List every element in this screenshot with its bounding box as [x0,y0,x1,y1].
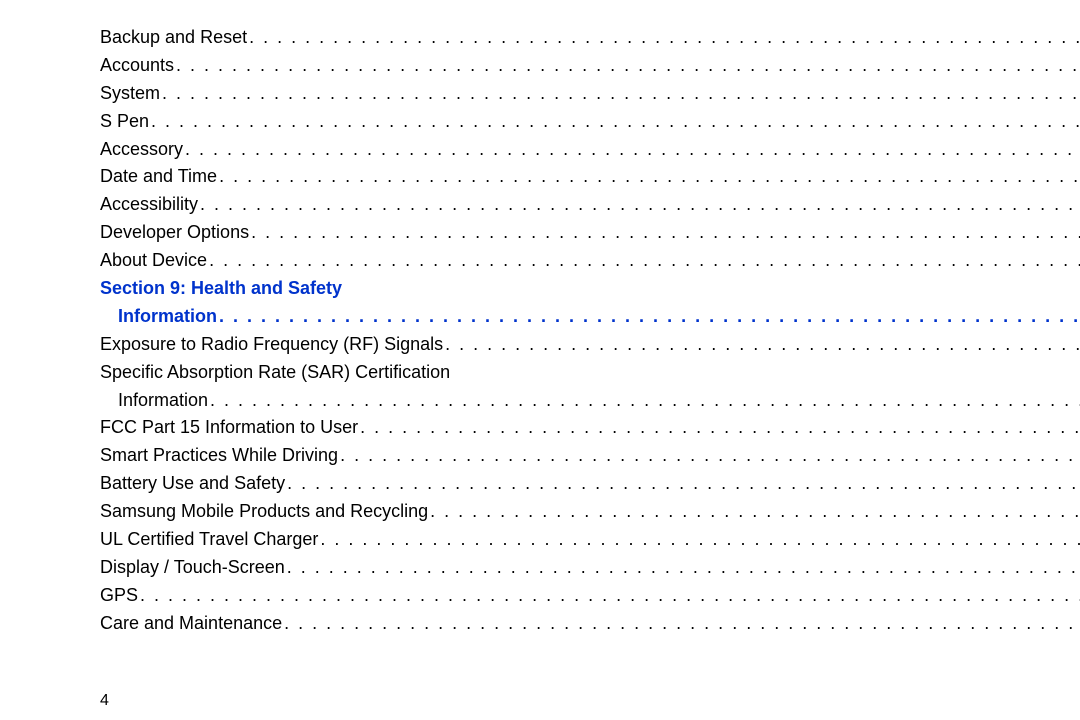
toc-entry[interactable]: UL Certified Travel Charger172 [100,526,1080,554]
toc-entry-label-line2: Information [100,387,208,415]
toc-entry-label: Date and Time [100,163,217,191]
toc-entry[interactable]: Care and Maintenance174 [100,610,1080,638]
toc-entry[interactable]: Samsung Mobile Products and Recycling172 [100,498,1080,526]
toc-entry[interactable]: GPS173 [100,582,1080,610]
toc-leader-dots [428,498,1080,526]
toc-leader-dots [338,442,1080,470]
toc-leader-dots [183,136,1080,164]
toc-entry-label: FCC Part 15 Information to User [100,414,358,442]
toc-leader-dots [285,554,1080,582]
toc-section-heading-cont[interactable]: Information162 [100,303,1080,331]
toc-entry-label: GPS [100,582,138,610]
toc-leader-dots [208,387,1080,415]
toc-entry[interactable]: Display / Touch-Screen173 [100,554,1080,582]
toc-leader-dots [174,52,1080,80]
toc-leader-dots [318,526,1080,554]
toc-entry[interactable]: Backup and Reset150 [100,24,1080,52]
toc-leader-dots [217,163,1080,191]
toc-entry-label: Developer Options [100,219,249,247]
toc-entry[interactable]: FCC Part 15 Information to User169 [100,414,1080,442]
toc-entry[interactable]: S Pen152 [100,108,1080,136]
toc-entry-label: UL Certified Travel Charger [100,526,318,554]
toc-leader-dots [217,303,1080,331]
toc-section-heading[interactable]: Section 9: Health and Safety [100,275,1080,303]
toc-entry-label: Care and Maintenance [100,610,282,638]
toc-leader-dots [249,219,1080,247]
toc-entry-label: Display / Touch-Screen [100,554,285,582]
toc-entry-cont[interactable]: Information167 [100,387,1080,415]
toc-entry-label: Samsung Mobile Products and Recycling [100,498,428,526]
toc-entry[interactable]: Smart Practices While Driving169 [100,442,1080,470]
toc-leader-dots [443,331,1080,359]
toc-entry-label: Accessory [100,136,183,164]
toc-entry-label-line1: Specific Absorption Rate (SAR) Certifica… [100,362,450,382]
toc-entry-label: Battery Use and Safety [100,470,285,498]
toc-entry-label: S Pen [100,108,149,136]
toc-page: Backup and Reset150Accounts151System151S… [0,0,1080,720]
toc-entry-label: Smart Practices While Driving [100,442,338,470]
toc-entry[interactable]: About Device161 [100,247,1080,275]
toc-entry[interactable]: System151 [100,80,1080,108]
toc-entry[interactable]: Accounts151 [100,52,1080,80]
toc-section-label-line2: Information [100,303,217,331]
toc-entry[interactable]: Exposure to Radio Frequency (RF) Signals… [100,331,1080,359]
toc-entry[interactable]: Developer Options157 [100,219,1080,247]
toc-entry[interactable]: Specific Absorption Rate (SAR) Certifica… [100,359,1080,387]
toc-column-left: Backup and Reset150Accounts151System151S… [100,24,1080,710]
toc-entry-label: Backup and Reset [100,24,247,52]
toc-leader-dots [285,470,1080,498]
toc-entry-label: Exposure to Radio Frequency (RF) Signals [100,331,443,359]
toc-entry-label: About Device [100,247,207,275]
toc-leader-dots [207,247,1080,275]
toc-entry[interactable]: Date and Time154 [100,163,1080,191]
toc-leader-dots [247,24,1080,52]
toc-leader-dots [358,414,1080,442]
toc-entry-label: Accounts [100,52,174,80]
toc-leader-dots [149,108,1080,136]
toc-leader-dots [138,582,1080,610]
toc-entry[interactable]: Battery Use and Safety170 [100,470,1080,498]
toc-entry[interactable]: Accessibility154 [100,191,1080,219]
toc-entry-label: System [100,80,160,108]
toc-section-label-line1: Section 9: Health and Safety [100,278,342,298]
toc-leader-dots [198,191,1080,219]
toc-leader-dots [282,610,1080,638]
toc-entry-label: Accessibility [100,191,198,219]
toc-entry[interactable]: Accessory153 [100,136,1080,164]
toc-leader-dots [160,80,1080,108]
page-number: 4 [100,692,109,710]
